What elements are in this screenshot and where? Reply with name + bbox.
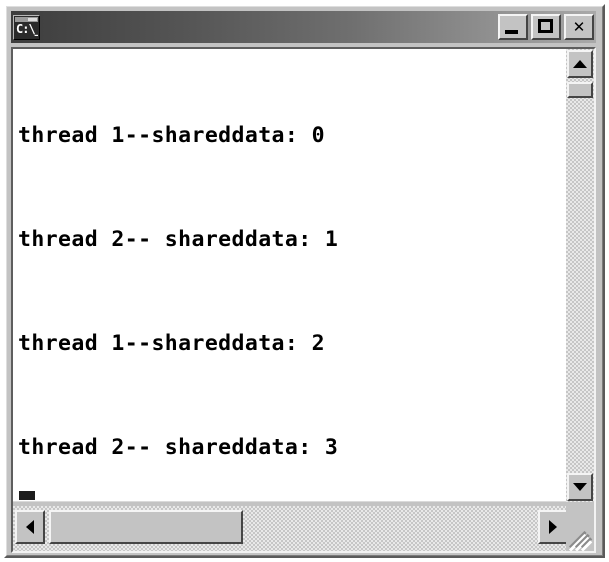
- close-button[interactable]: ✕: [564, 14, 594, 40]
- scroll-right-button[interactable]: [538, 510, 568, 544]
- scroll-down-button[interactable]: [567, 473, 593, 501]
- console-icon[interactable]: C:\_: [13, 14, 40, 40]
- console-line: thread 2-- shareddata: 3: [18, 434, 339, 460]
- window-inner-frame: C:\_ ✕ thread 1--shareddata: 0 th: [6, 6, 603, 556]
- client-area: thread 1--shareddata: 0 thread 2-- share…: [11, 47, 596, 553]
- minimize-icon: [505, 30, 518, 34]
- chevron-up-icon: [573, 60, 587, 68]
- title-bar[interactable]: C:\_ ✕: [11, 11, 596, 43]
- vertical-scrollbar[interactable]: [566, 49, 594, 502]
- chevron-down-icon: [573, 483, 587, 491]
- resize-grip[interactable]: [566, 506, 594, 551]
- horizontal-scrollbar-thumb[interactable]: [49, 510, 243, 544]
- maximize-button[interactable]: [531, 14, 561, 40]
- console-icon-label: C:\_: [16, 21, 38, 36]
- console-line: thread 1--shareddata: 2: [18, 330, 325, 356]
- console-cursor: [19, 491, 35, 500]
- close-icon: ✕: [572, 17, 586, 36]
- window-controls: ✕: [498, 14, 594, 40]
- chevron-left-icon: [26, 520, 34, 534]
- console-line: thread 1--shareddata: 0: [18, 123, 325, 149]
- scroll-up-button[interactable]: [567, 50, 593, 78]
- scroll-left-button[interactable]: [15, 510, 45, 544]
- vertical-scrollbar-thumb[interactable]: [567, 82, 593, 98]
- maximize-icon: [538, 19, 553, 33]
- horizontal-scrollbar[interactable]: [13, 506, 570, 551]
- minimize-button[interactable]: [498, 14, 528, 40]
- console-output-text: thread 1--shareddata: 0 thread 2-- share…: [18, 50, 339, 501]
- console-output-surface[interactable]: thread 1--shareddata: 0 thread 2-- share…: [13, 49, 570, 502]
- chevron-right-icon: [549, 520, 557, 534]
- console-line: thread 2-- shareddata: 1: [18, 226, 339, 252]
- console-window: C:\_ ✕ thread 1--shareddata: 0 th: [4, 4, 605, 558]
